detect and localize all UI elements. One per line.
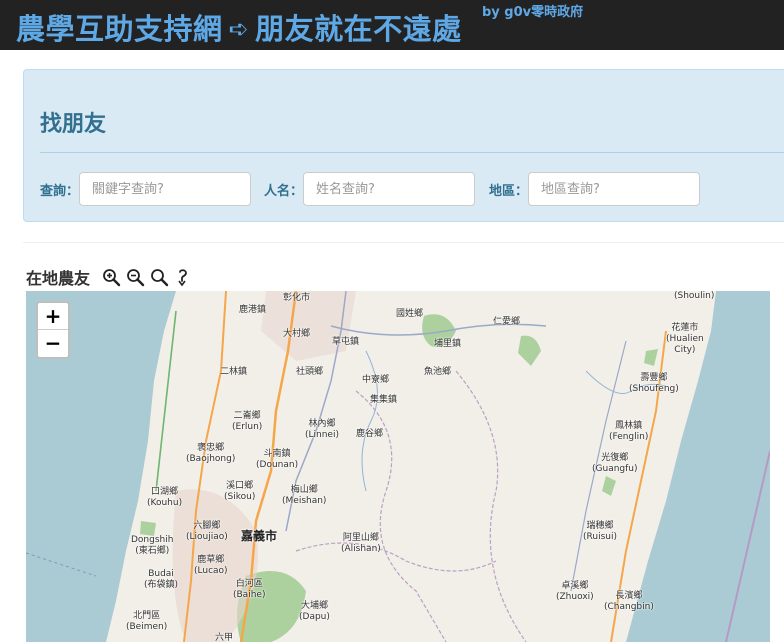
map-place-label: 鹿港鎮 (239, 305, 267, 315)
map-place-label: 社頭鄉 (296, 367, 324, 377)
name-search-input[interactable] (303, 172, 475, 206)
map-toolbar (102, 268, 193, 287)
map-place-label: 魚池鄉 (424, 367, 452, 377)
map-place-label: 花蓮市 (Hualien City) (666, 323, 704, 355)
map-place-label: 褒忠鄉 (Baojhong) (186, 443, 236, 464)
map-place-label: 斗南鎮 (Dounan) (256, 449, 299, 470)
map-place-label: (Shoulin) (674, 291, 715, 301)
map-place-label: 二林鎮 (220, 367, 248, 377)
map-place-label: 溪口鄉 (Sikou) (224, 481, 256, 502)
map-place-label: 鹿草鄉 (Lucao) (194, 555, 228, 576)
map-place-label: 鹿谷鄉 (356, 429, 384, 439)
map-place-label: 中寮鄉 (362, 375, 390, 385)
map-place-label: 壽豐鄉 (Shoufeng) (629, 373, 679, 394)
panel-divider (40, 152, 784, 153)
byline-link[interactable]: by g0v零時政府 (482, 1, 583, 20)
map-place-label: 集集鎮 (370, 395, 398, 405)
map-place-label: 仁愛鄉 (493, 317, 521, 327)
map-place-label: 北門區 (Beimen) (126, 611, 168, 632)
map-place-label: 六腳鄉 (Lioujiao) (186, 521, 228, 542)
pan-hand-icon[interactable] (174, 268, 193, 287)
map-place-label: Budai (布袋鎮) (144, 569, 179, 590)
map-place-label: 彰化市 (283, 293, 311, 303)
map-place-label: 草屯鎮 (332, 337, 360, 347)
map-place-label: 白河區 (Baihe) (233, 579, 266, 600)
map-place-label: 光復鄉 (Guangfu) (592, 453, 638, 474)
site-title-right: 朋友就在不遠處 (255, 12, 462, 46)
site-title[interactable]: 農學互助支持網 ➪ 朋友就在不遠處 (16, 6, 462, 48)
map-place-label: 梅山鄉 (Meishan) (282, 485, 327, 506)
keyword-search-input[interactable] (79, 172, 251, 206)
map-place-label: 鳳林鎮 (Fenglin) (609, 421, 649, 442)
zoom-reset-icon[interactable] (150, 268, 169, 287)
region-label: 地區： (489, 184, 529, 199)
map-place-label: 長濱鄉 (Changbin) (604, 591, 654, 612)
map-heading: 在地農友 (26, 269, 91, 288)
zoom-control: + − (36, 301, 70, 359)
name-label: 人名： (264, 184, 304, 199)
arrow-right-icon: ➪ (228, 15, 250, 43)
map-place-label: 瑞穗鄉 (Ruisui) (583, 521, 617, 542)
top-navbar: 農學互助支持網 ➪ 朋友就在不遠處 by g0v零時政府 (0, 0, 784, 50)
region-search-input[interactable] (528, 172, 700, 206)
keyword-label: 查詢： (40, 184, 80, 199)
map-place-label: 嘉義市 (241, 529, 278, 543)
map-zoom-in-button[interactable]: + (38, 303, 68, 330)
map-place-label: 卓溪鄉 (Zhuoxi) (556, 581, 594, 602)
map-tiles (26, 291, 770, 642)
map-place-label: 口湖鄉 (Kouhu) (147, 487, 183, 508)
site-title-left: 農學互助支持網 (16, 12, 223, 46)
map-place-label: 大村鄉 (283, 329, 311, 339)
map-place-label: 阿里山鄉 (Alishan) (341, 533, 381, 554)
search-heading: 找朋友 (40, 112, 107, 137)
map-view[interactable]: + − 彰化市鹿港鎮大村鄉 國姓鄉仁愛鄉花蓮市 (Hualien City) 草屯鎮 埔里… (26, 291, 770, 642)
search-panel: 找朋友 查詢： 人名： 地區： (23, 69, 784, 222)
map-place-label: 林內鄉 (Linnei) (305, 419, 339, 440)
map-place-label: Dongshih (東石鄉) (131, 535, 174, 556)
zoom-out-icon[interactable] (126, 268, 145, 287)
map-zoom-out-button[interactable]: − (38, 330, 68, 356)
map-place-label: 國姓鄉 (396, 309, 424, 319)
map-place-label: 埔里鎮 (434, 339, 462, 349)
section-divider (23, 242, 784, 243)
map-place-label: 二崙鄉 (Erlun) (232, 411, 263, 432)
zoom-in-icon[interactable] (102, 268, 121, 287)
map-place-label: 六甲 (215, 633, 234, 642)
map-place-label: 大埔鄉 (Dapu) (299, 601, 330, 622)
